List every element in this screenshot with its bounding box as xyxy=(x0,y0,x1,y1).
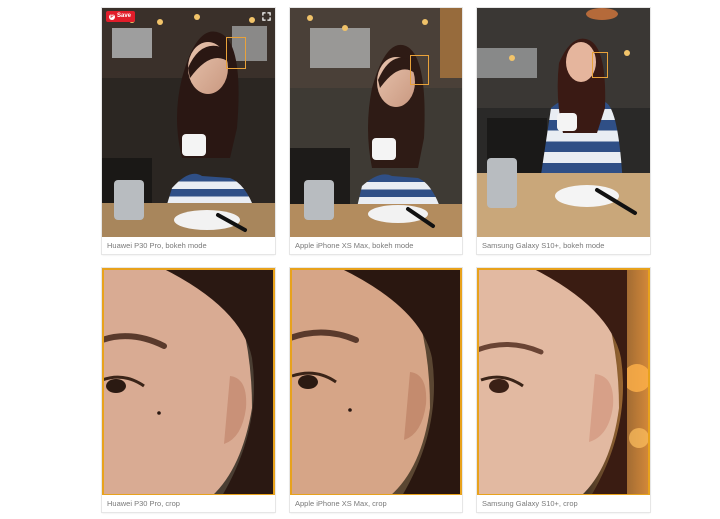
gallery-card-huawei-bokeh[interactable]: P Save Huawei P30 Pro, bokeh mode xyxy=(102,8,275,254)
crop-frame xyxy=(290,268,462,496)
photo-huawei-bokeh[interactable]: P Save xyxy=(102,8,275,237)
gallery-card-huawei-crop[interactable]: Huawei P30 Pro, crop xyxy=(102,268,275,512)
caption: Apple iPhone XS Max, crop xyxy=(290,495,462,512)
gallery-card-iphone-crop[interactable]: Apple iPhone XS Max, crop xyxy=(290,268,462,512)
photo-samsung-crop[interactable] xyxy=(477,268,650,496)
caption: Samsung Galaxy S10+, crop xyxy=(477,495,650,512)
focus-indicator xyxy=(410,55,429,85)
crop-frame xyxy=(477,268,650,496)
caption: Apple iPhone XS Max, bokeh mode xyxy=(290,237,462,254)
photo-huawei-crop[interactable] xyxy=(102,268,275,496)
gallery-card-samsung-bokeh[interactable]: Samsung Galaxy S10+, bokeh mode xyxy=(477,8,650,254)
caption: Huawei P30 Pro, bokeh mode xyxy=(102,237,275,254)
photo-iphone-crop[interactable] xyxy=(290,268,462,496)
pinterest-icon: P xyxy=(109,13,115,20)
expand-icon[interactable] xyxy=(262,12,271,21)
photo-iphone-bokeh[interactable] xyxy=(290,8,462,237)
caption: Samsung Galaxy S10+, bokeh mode xyxy=(477,237,650,254)
gallery-card-samsung-crop[interactable]: Samsung Galaxy S10+, crop xyxy=(477,268,650,512)
crop-frame xyxy=(102,268,275,496)
focus-indicator xyxy=(226,37,246,69)
save-button[interactable]: P Save xyxy=(106,11,136,22)
caption: Huawei P30 Pro, crop xyxy=(102,495,275,512)
save-button-label: Save xyxy=(117,13,132,19)
gallery-card-iphone-bokeh[interactable]: Apple iPhone XS Max, bokeh mode xyxy=(290,8,462,254)
focus-indicator xyxy=(592,52,608,78)
photo-samsung-bokeh[interactable] xyxy=(477,8,650,237)
